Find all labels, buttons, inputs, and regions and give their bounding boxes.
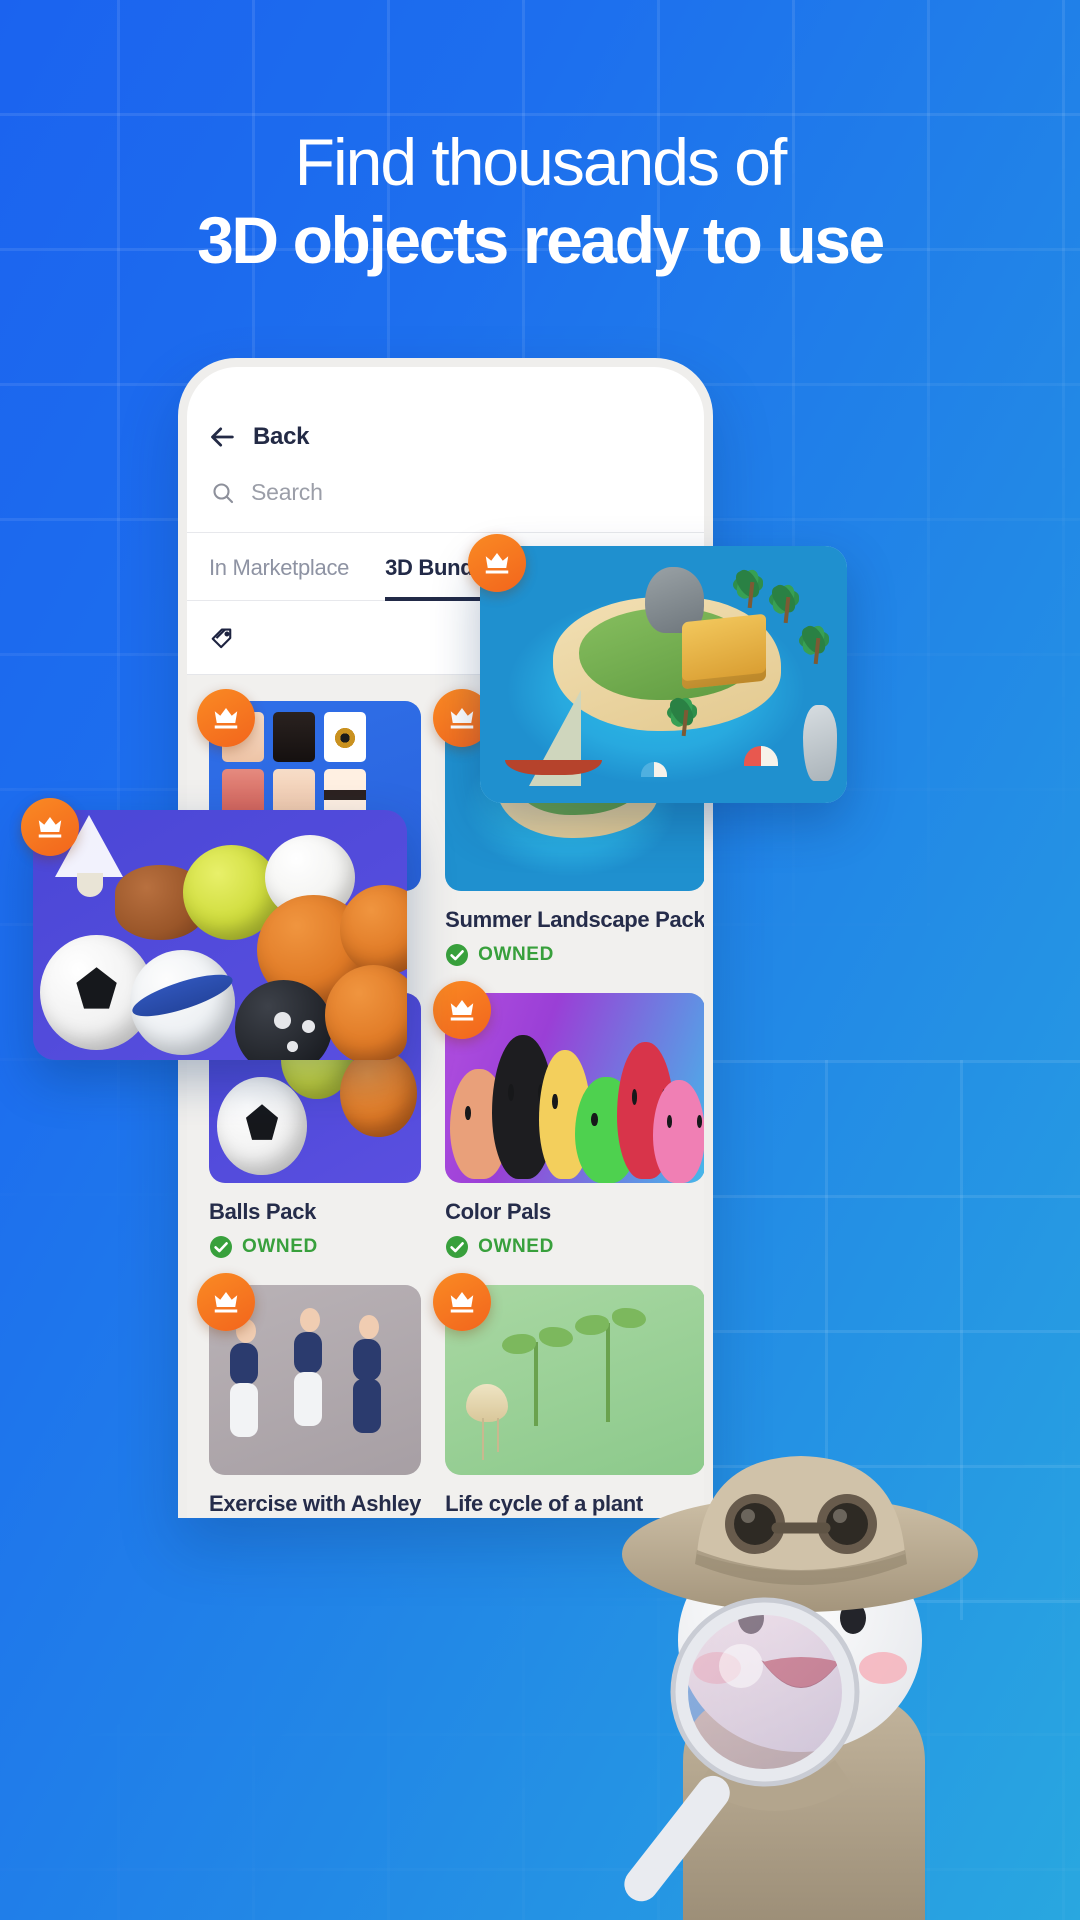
- palm-tree-icon: [796, 622, 836, 665]
- status-label: OWNED: [478, 944, 554, 965]
- status-label: OWNED: [242, 1236, 318, 1257]
- premium-crown-badge: [197, 1273, 255, 1331]
- check-circle-icon: [209, 1235, 233, 1259]
- sailboat-icon: [498, 689, 608, 786]
- premium-crown-badge: [433, 1273, 492, 1331]
- crown-icon: [450, 708, 474, 729]
- status-badge: OWNED: [445, 943, 704, 967]
- premium-crown-badge: [21, 798, 79, 856]
- back-button[interactable]: Back: [187, 367, 704, 451]
- back-button-label: Back: [253, 423, 310, 450]
- volleyball-icon: [130, 950, 235, 1055]
- bundle-title: Exercise with Ashley: [209, 1491, 422, 1516]
- bundle-title: Summer Landscape Pack: [445, 907, 704, 932]
- summer-landscape-thumbnail: [480, 546, 847, 803]
- balls-pack-card[interactable]: [21, 798, 407, 1060]
- check-circle-icon: [445, 1235, 469, 1259]
- crown-icon: [214, 1292, 238, 1313]
- crown-icon: [38, 817, 62, 838]
- search-input[interactable]: Search: [187, 451, 704, 533]
- premium-crown-badge: [433, 981, 492, 1039]
- bundle-card[interactable]: Color Pals OWNED: [433, 981, 704, 1259]
- search-icon: [211, 481, 235, 505]
- crown-icon: [450, 1292, 474, 1313]
- search-placeholder: Search: [251, 479, 323, 505]
- promo-headline: Find thousands of 3D objects ready to us…: [0, 125, 1080, 278]
- bundle-title: Balls Pack: [209, 1199, 317, 1224]
- bundle-title: Color Pals: [445, 1199, 551, 1224]
- palm-tree-icon: [664, 694, 704, 737]
- crown-icon: [214, 708, 238, 729]
- palm-tree-icon: [730, 566, 770, 608]
- tag-icon[interactable]: [209, 624, 237, 652]
- headline-line-2: 3D objects ready to use: [197, 202, 885, 277]
- crown-icon: [485, 553, 509, 574]
- status-badge: OWNED: [209, 1235, 421, 1259]
- arrow-left-icon: [209, 423, 237, 451]
- premium-crown-badge: [197, 689, 255, 747]
- crown-icon: [450, 1000, 474, 1021]
- status-badge: OWNED: [445, 1235, 704, 1259]
- palm-tree-icon: [766, 581, 806, 624]
- balls-pack-thumbnail: [33, 810, 407, 1060]
- bundle-card[interactable]: Exercise with Ashley OWNED: [197, 1273, 422, 1518]
- check-circle-icon: [445, 943, 469, 967]
- status-label: OWNED: [478, 1236, 554, 1257]
- summer-landscape-card[interactable]: [468, 534, 847, 803]
- rock-icon: [802, 705, 837, 782]
- headline-line-1: Find thousands of: [294, 125, 788, 199]
- tab-in-marketplace[interactable]: In Marketplace: [209, 555, 349, 601]
- explorer-character: [565, 1262, 1035, 1920]
- premium-crown-badge: [468, 534, 526, 592]
